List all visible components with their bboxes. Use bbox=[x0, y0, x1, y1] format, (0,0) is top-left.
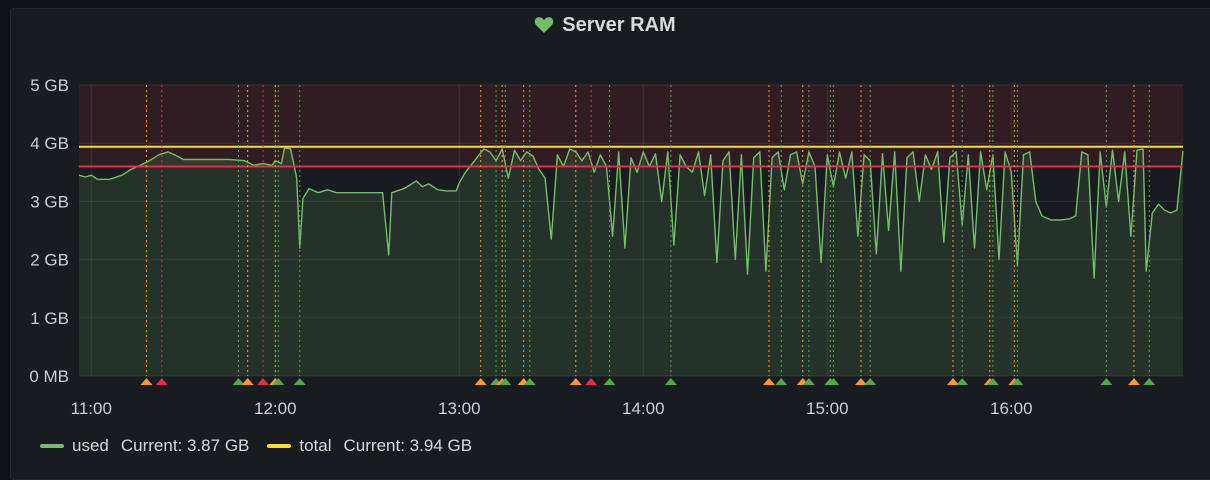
x-tick-label: 13:00 bbox=[438, 399, 481, 418]
annotation-marker[interactable] bbox=[1100, 378, 1113, 385]
annotation-marker[interactable] bbox=[956, 378, 969, 385]
x-tick-label: 12:00 bbox=[254, 399, 297, 418]
annotation-marker[interactable] bbox=[664, 378, 677, 385]
legend-swatch-used bbox=[40, 444, 64, 448]
ram-chart[interactable]: 0 MB 1 GB 2 GB 3 GB 4 GB 5 GB 11:00 12:00 13:00 1… bbox=[0, 0, 1210, 456]
legend-label-used: used bbox=[72, 436, 109, 455]
annotation-marker[interactable] bbox=[293, 378, 306, 385]
legend-current-used: Current: 3.87 GB bbox=[120, 436, 250, 455]
y-tick-label: 5 GB bbox=[30, 76, 69, 95]
annotation-marker[interactable] bbox=[474, 378, 487, 385]
y-tick-label: 0 MB bbox=[29, 367, 69, 386]
legend-item-used[interactable]: used Current: 3.87 GB bbox=[40, 436, 249, 456]
annotation-marker[interactable] bbox=[585, 378, 598, 385]
y-tick-label: 2 GB bbox=[30, 251, 69, 270]
annotation-marker[interactable] bbox=[864, 378, 877, 385]
x-tick-label: 16:00 bbox=[990, 399, 1033, 418]
annotation-marker[interactable] bbox=[155, 378, 168, 385]
y-tick-label: 3 GB bbox=[30, 192, 69, 211]
legend: used Current: 3.87 GB total Current: 3.9… bbox=[40, 436, 472, 456]
annotation-marker[interactable] bbox=[257, 378, 269, 385]
annotation-marker[interactable] bbox=[241, 378, 254, 385]
annotation-marker[interactable] bbox=[140, 378, 153, 385]
y-tick-label: 4 GB bbox=[30, 134, 69, 153]
legend-current-total: Current: 3.94 GB bbox=[343, 436, 473, 455]
x-tick-label: 14:00 bbox=[622, 399, 665, 418]
legend-label-total: total bbox=[299, 436, 332, 455]
legend-swatch-total bbox=[267, 444, 292, 448]
x-tick-label: 11:00 bbox=[71, 399, 112, 418]
annotation-marker[interactable] bbox=[603, 378, 616, 385]
annotation-marker[interactable] bbox=[1127, 378, 1140, 385]
y-tick-label: 1 GB bbox=[30, 309, 69, 328]
annotation-marker[interactable] bbox=[775, 378, 788, 385]
annotation-marker[interactable] bbox=[1143, 378, 1156, 385]
x-tick-label: 15:00 bbox=[806, 399, 849, 418]
annotation-marker[interactable] bbox=[569, 378, 582, 385]
legend-item-total[interactable]: total Current: 3.94 GB bbox=[267, 436, 472, 456]
annotation-marker[interactable] bbox=[763, 378, 775, 385]
